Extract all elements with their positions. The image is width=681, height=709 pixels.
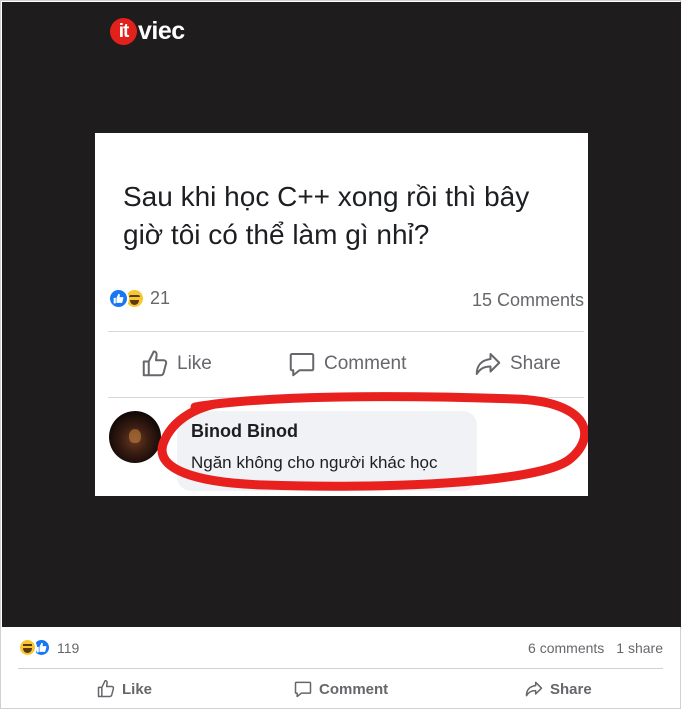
share-icon: [525, 681, 543, 697]
inner-post-screenshot: Sau khi học C++ xong rồi thì bây giờ tôi…: [95, 133, 588, 496]
inner-reaction-count: 21: [150, 288, 171, 308]
post-reactions[interactable]: 119: [18, 638, 79, 657]
share-icon: [475, 353, 501, 375]
inner-question-text: Sau khi học C++ xong rồi thì bây giờ tôi…: [123, 181, 530, 250]
inner-comment-action: Comment: [287, 349, 406, 379]
inner-share-action: Share: [473, 349, 561, 379]
post-stats: 6 comments 1 share: [528, 640, 663, 656]
share-button[interactable]: Share: [524, 679, 592, 699]
inner-reactions: 21: [108, 288, 170, 309]
facebook-post: it viec Sau khi học C++ xong rồi thì bây…: [0, 0, 681, 709]
comment-icon: [294, 681, 312, 698]
avatar: [109, 411, 161, 463]
divider: [18, 668, 663, 669]
inner-action-bar: Like Comment Share: [95, 349, 588, 381]
logo-badge: it: [110, 18, 137, 45]
thumbs-up-icon: [97, 679, 115, 698]
post-image[interactable]: it viec Sau khi học C++ xong rồi thì bây…: [2, 2, 681, 627]
post-action-bar: Like Comment Share: [1, 677, 680, 705]
logo-text: viec: [138, 17, 185, 45]
inner-like-label: Like: [177, 353, 212, 374]
shares-count-link[interactable]: 1 share: [616, 640, 663, 656]
inner-like-action: Like: [140, 349, 212, 379]
share-button-label: Share: [550, 680, 592, 698]
reaction-count[interactable]: 119: [57, 640, 79, 656]
inner-comments-count: 15 Comments: [471, 290, 584, 310]
thumbs-up-icon: [142, 350, 168, 377]
divider: [108, 331, 584, 332]
inner-comment-label: Comment: [324, 353, 407, 374]
like-button[interactable]: Like: [96, 679, 152, 699]
haha-icon: [18, 638, 37, 657]
comment-button[interactable]: Comment: [293, 679, 388, 699]
like-icon: [108, 288, 129, 309]
inner-share-label: Share: [510, 353, 561, 374]
comment-button-label: Comment: [319, 680, 389, 698]
red-highlight-circle: [157, 392, 588, 491]
comments-count-link[interactable]: 6 comments: [528, 640, 604, 656]
itviec-logo: it viec: [110, 17, 185, 46]
comment-icon: [289, 353, 315, 377]
like-button-label: Like: [122, 680, 153, 698]
